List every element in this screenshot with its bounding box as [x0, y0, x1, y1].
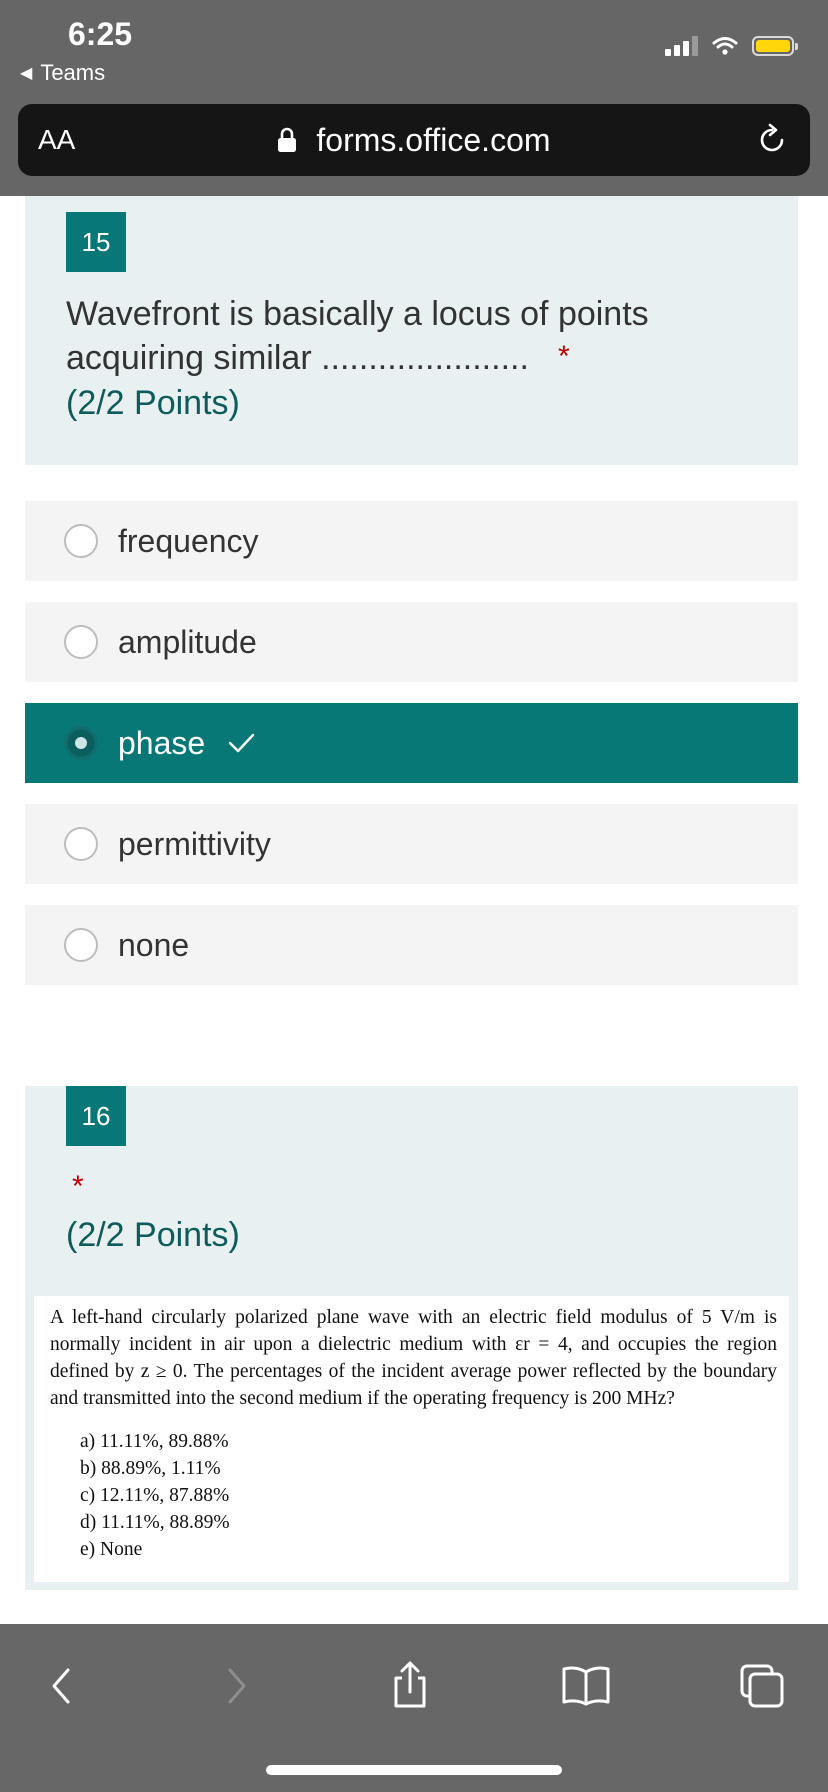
- required-marker: *: [558, 340, 570, 373]
- image-choice: c) 12.11%, 87.88%: [80, 1485, 230, 1506]
- correct-check-icon: [228, 733, 255, 753]
- url-text: forms.office.com: [316, 122, 551, 158]
- bookmarks-icon[interactable]: [558, 1658, 614, 1714]
- question-16-card: 16 * (2/2 Points): [25, 1086, 798, 1296]
- question-number-badge: 15: [66, 212, 126, 272]
- question-number-badge: 16: [66, 1086, 126, 1146]
- back-to-app-link[interactable]: ◀ Teams: [20, 60, 105, 86]
- radio-button[interactable]: [64, 928, 98, 962]
- status-time: 6:25: [68, 16, 133, 52]
- required-marker: *: [72, 1170, 84, 1203]
- back-triangle-icon: ◀: [20, 65, 33, 82]
- option-label: permittivity: [118, 825, 271, 862]
- option-label: frequency: [118, 522, 259, 559]
- battery-icon: [752, 36, 798, 56]
- top-chrome: 6:25 ◀ Teams AA forms.office.com: [0, 0, 828, 196]
- url-bar[interactable]: AA forms.office.com: [18, 104, 810, 176]
- status-icons: [665, 36, 798, 56]
- cellular-signal-icon: [665, 36, 698, 56]
- radio-button-selected[interactable]: [64, 726, 98, 760]
- radio-button[interactable]: [64, 827, 98, 861]
- question-points: (2/2 Points): [66, 384, 240, 422]
- reload-icon[interactable]: [752, 120, 792, 160]
- option-label: amplitude: [118, 623, 257, 660]
- lock-icon: [278, 127, 297, 152]
- wifi-icon: [712, 37, 738, 55]
- radio-button[interactable]: [64, 524, 98, 558]
- option-none[interactable]: none: [25, 905, 798, 985]
- option-label: none: [118, 926, 190, 963]
- question-points: (2/2 Points): [66, 1216, 240, 1254]
- image-choice: a) 11.11%, 89.88%: [80, 1431, 229, 1452]
- home-indicator[interactable]: [266, 1765, 562, 1775]
- question-image-choices: a) 11.11%, 89.88% b) 88.89%, 1.11% c) 12…: [80, 1428, 777, 1563]
- option-amplitude[interactable]: amplitude: [25, 602, 798, 682]
- tabs-icon[interactable]: [734, 1658, 790, 1714]
- option-permittivity[interactable]: permittivity: [25, 804, 798, 884]
- radio-button[interactable]: [64, 625, 98, 659]
- url-display[interactable]: forms.office.com: [18, 122, 810, 159]
- share-icon[interactable]: [382, 1658, 438, 1714]
- back-chevron-icon[interactable]: [34, 1658, 90, 1714]
- option-frequency[interactable]: frequency: [25, 501, 798, 581]
- image-choice: d) 11.11%, 88.89%: [80, 1512, 230, 1533]
- option-label: phase: [118, 724, 206, 761]
- question-15-card: 15 Wavefront is basically a locus of poi…: [25, 196, 798, 465]
- question-image-text: A left-hand circularly polarized plane w…: [50, 1307, 777, 1409]
- option-phase[interactable]: phase: [25, 703, 798, 783]
- image-choice: e) None: [80, 1539, 143, 1560]
- question-image-frame: A left-hand circularly polarized plane w…: [25, 1296, 798, 1590]
- back-app-label: Teams: [40, 60, 106, 85]
- forward-chevron-icon[interactable]: [208, 1658, 264, 1714]
- question-image: A left-hand circularly polarized plane w…: [34, 1296, 789, 1582]
- image-choice: b) 88.89%, 1.11%: [80, 1458, 221, 1479]
